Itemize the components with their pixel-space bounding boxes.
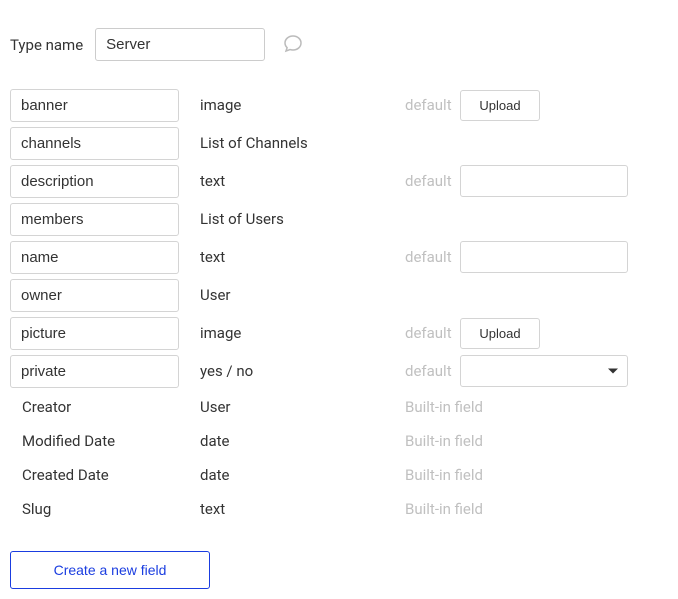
default-label: default [405, 172, 460, 190]
field-name-input[interactable] [10, 241, 179, 274]
field-name-static: Created Date [10, 466, 200, 484]
default-label: default [405, 248, 460, 266]
field-name-input[interactable] [10, 279, 179, 312]
field-type: image [200, 324, 405, 342]
field-type: text [200, 248, 405, 266]
builtin-label: Built-in field [405, 432, 635, 450]
chat-bubble-icon[interactable] [282, 33, 304, 57]
header-row: Type name [10, 10, 668, 61]
field-row-builtin: Creator User Built-in field [10, 390, 668, 424]
field-name-input[interactable] [10, 165, 179, 198]
builtin-label: Built-in field [405, 466, 635, 484]
field-type: date [200, 466, 405, 484]
field-name-static: Creator [10, 398, 200, 416]
field-type: text [200, 500, 405, 518]
field-row-builtin: Created Date date Built-in field [10, 458, 668, 492]
field-name-static: Modified Date [10, 432, 200, 450]
default-label: default [405, 324, 460, 342]
field-type: User [200, 286, 405, 304]
type-name-label: Type name [10, 36, 83, 54]
upload-button[interactable]: Upload [460, 318, 540, 349]
field-row-builtin: Slug text Built-in field [10, 492, 668, 526]
field-row: yes / no default [10, 352, 668, 390]
create-field-button[interactable]: Create a new field [10, 551, 210, 589]
field-row: List of Users [10, 200, 668, 238]
field-row: List of Channels [10, 124, 668, 162]
default-text-input[interactable] [460, 241, 628, 273]
field-row-builtin: Modified Date date Built-in field [10, 424, 668, 458]
upload-button[interactable]: Upload [460, 90, 540, 121]
field-row: text default [10, 238, 668, 276]
field-type: yes / no [200, 362, 405, 380]
default-label: default [405, 96, 460, 114]
field-row: User [10, 276, 668, 314]
field-type: List of Users [200, 210, 405, 228]
default-label: default [405, 362, 460, 380]
field-name-input[interactable] [10, 317, 179, 350]
builtin-label: Built-in field [405, 398, 635, 416]
default-text-input[interactable] [460, 165, 628, 197]
field-name-static: Slug [10, 500, 200, 518]
select-wrapper [460, 355, 628, 387]
fields-table: image default Upload List of Channels te… [10, 86, 668, 526]
default-select[interactable] [460, 355, 628, 387]
field-name-input[interactable] [10, 355, 179, 388]
field-name-input[interactable] [10, 127, 179, 160]
field-type: User [200, 398, 405, 416]
field-type: image [200, 96, 405, 114]
field-row: image default Upload [10, 314, 668, 352]
type-name-input[interactable] [95, 28, 265, 61]
field-row: text default [10, 162, 668, 200]
field-type: text [200, 172, 405, 190]
field-name-input[interactable] [10, 89, 179, 122]
field-name-input[interactable] [10, 203, 179, 236]
field-type: date [200, 432, 405, 450]
builtin-label: Built-in field [405, 500, 635, 518]
field-row: image default Upload [10, 86, 668, 124]
field-type: List of Channels [200, 134, 405, 152]
